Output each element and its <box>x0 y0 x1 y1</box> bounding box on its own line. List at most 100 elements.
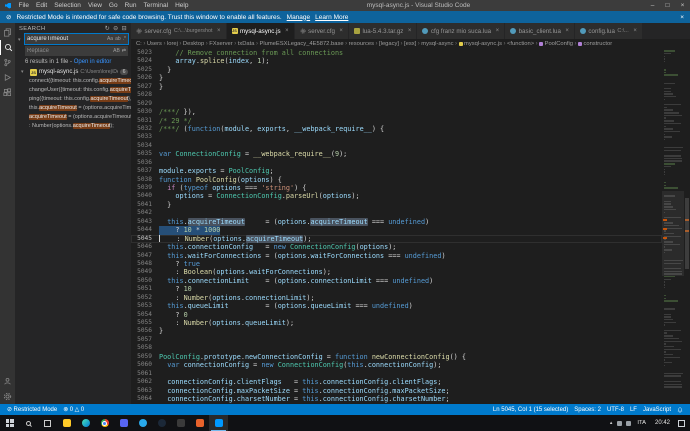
code-line[interactable]: 5040 options = ConnectionConfig.parseUrl… <box>131 192 662 200</box>
code-line[interactable]: 5031/* 29 */ <box>131 117 662 125</box>
search-input[interactable] <box>27 36 105 42</box>
code-line[interactable]: 5057 <box>131 336 662 344</box>
taskbar-epic-games[interactable] <box>171 415 190 431</box>
breadcrumb-item[interactable]: txData <box>238 41 255 47</box>
breadcrumb-item[interactable]: <function> <box>507 41 534 47</box>
code-line[interactable]: 5038function PoolConfig(options) { <box>131 176 662 184</box>
code-line[interactable]: 5043 this.acquireTimeout = (options.acqu… <box>131 218 662 226</box>
code-line[interactable]: 5053 this.queueLimit = (options.queueLim… <box>131 302 662 310</box>
code-line[interactable]: 5024 array.splice(index, 1); <box>131 57 662 65</box>
code-line[interactable]: 5030/***/ }), <box>131 108 662 116</box>
line-number[interactable]: 5052 <box>131 294 159 302</box>
line-number[interactable]: 5026 <box>131 74 159 82</box>
collapse-results-icon[interactable]: ⊟ <box>122 25 127 32</box>
line-number[interactable]: 5024 <box>131 57 159 65</box>
menu-go[interactable]: Go <box>105 2 121 9</box>
minimap[interactable] <box>662 49 684 404</box>
line-number[interactable]: 5030 <box>131 108 159 116</box>
menu-help[interactable]: Help <box>172 2 192 9</box>
code-line[interactable]: 5036 <box>131 159 662 167</box>
eol[interactable]: LF <box>627 407 640 413</box>
tray-icon-2[interactable] <box>626 421 631 426</box>
line-number[interactable]: 5058 <box>131 344 159 352</box>
activity-settings[interactable] <box>0 389 15 404</box>
close-button[interactable]: × <box>675 2 690 9</box>
tab-close-icon[interactable]: × <box>217 28 221 34</box>
code-line[interactable]: 5033 <box>131 133 662 141</box>
line-number[interactable]: 5033 <box>131 133 159 141</box>
maximize-button[interactable]: □ <box>660 2 675 9</box>
match-case-icon[interactable]: Aa <box>107 36 113 42</box>
keyboard-layout[interactable]: ITA <box>633 420 650 426</box>
line-number[interactable]: 5061 <box>131 370 159 378</box>
code-line[interactable]: 5045 : Number(options.acquireTimeout); <box>131 235 662 243</box>
code-line[interactable]: 5058 <box>131 344 662 352</box>
taskbar-vscode[interactable] <box>209 415 228 431</box>
tray-icon-1[interactable] <box>617 421 622 426</box>
code-line[interactable]: 5055 : Number(options.queueLimit); <box>131 319 662 327</box>
code-line[interactable]: 5029 <box>131 100 662 108</box>
code-line[interactable]: 5047 this.waitForConnections = (options.… <box>131 252 662 260</box>
breadcrumb-item[interactable]: lorej <box>167 41 178 47</box>
line-number[interactable]: 5044 <box>131 226 159 234</box>
code-line[interactable]: 5034 <box>131 142 662 150</box>
tab-mysql-async-js[interactable]: JSmysql-async.js× <box>227 23 295 39</box>
breadcrumb-item[interactable]: PlumeESXLegacy_4E5872.base <box>259 41 343 47</box>
activity-explorer[interactable] <box>0 25 15 40</box>
tab-close-icon[interactable]: × <box>339 28 343 34</box>
tab-close-icon[interactable]: × <box>565 28 569 34</box>
line-number[interactable]: 5064 <box>131 395 159 403</box>
code-line[interactable]: 5041 } <box>131 201 662 209</box>
line-number[interactable]: 5035 <box>131 150 159 158</box>
activity-search[interactable] <box>0 40 15 55</box>
taskbar-file-explorer[interactable] <box>57 415 76 431</box>
search-result[interactable]: changeUser({timeout: this.config.acquire… <box>15 86 131 95</box>
line-number[interactable]: 5051 <box>131 285 159 293</box>
code-line[interactable]: 5060 var connectionConfig = new Connecti… <box>131 361 662 369</box>
code-line[interactable]: 5063 connectionConfig.maxPacketSize = th… <box>131 387 662 395</box>
breadcrumb-item[interactable]: PoolConfig <box>539 41 573 47</box>
activity-run-debug[interactable] <box>0 70 15 85</box>
code-line[interactable]: 5046 this.connectionConfig = new Connect… <box>131 243 662 251</box>
line-number[interactable]: 5040 <box>131 192 159 200</box>
manage-link[interactable]: Manage <box>287 14 311 21</box>
line-number[interactable]: 5059 <box>131 353 159 361</box>
line-number[interactable]: 5034 <box>131 142 159 150</box>
code-line[interactable]: 5064 connectionConfig.charsetNumber = th… <box>131 395 662 403</box>
code-line[interactable]: 5023 // Remove connection from all conne… <box>131 49 662 57</box>
tab-lua-5-4-3-tar-gz[interactable]: lua-5.4.3.tar.gz× <box>349 23 417 39</box>
menu-run[interactable]: Run <box>121 2 140 9</box>
minimap-slider[interactable] <box>662 191 684 276</box>
preserve-case-icon[interactable]: AB <box>113 48 120 54</box>
line-number[interactable]: 5062 <box>131 378 159 386</box>
learn-more-link[interactable]: Learn More <box>315 14 348 21</box>
menu-terminal[interactable]: Terminal <box>140 2 172 9</box>
tab-cfg-franz-mio-suca-lua[interactable]: cfg franz mio suca.lua× <box>417 23 505 39</box>
menu-file[interactable]: File <box>15 2 32 9</box>
taskbar-discord[interactable] <box>114 415 133 431</box>
breadcrumb-item[interactable]: resources <box>349 41 374 47</box>
code-line[interactable]: 5037module.exports = PoolConfig; <box>131 167 662 175</box>
notifications-bell-icon[interactable] <box>674 407 686 413</box>
language-mode[interactable]: JavaScript <box>640 407 674 413</box>
tab-config-lua[interactable]: config.luaC:\...× <box>575 23 643 39</box>
restricted-mode-status[interactable]: ⊘ Restricted Mode <box>4 406 60 413</box>
code-line[interactable]: 5026} <box>131 74 662 82</box>
line-number[interactable]: 5047 <box>131 252 159 260</box>
menu-edit[interactable]: Edit <box>32 2 50 9</box>
search-result[interactable]: ping({timeout: this.config.acquireTimeou… <box>15 95 131 104</box>
breadcrumb-item[interactable]: FXserver <box>209 41 233 47</box>
line-number[interactable]: 5048 <box>131 260 159 268</box>
activity-source-control[interactable] <box>0 55 15 70</box>
code-line[interactable]: 5050 this.connectionLimit = (options.con… <box>131 277 662 285</box>
banner-close-icon[interactable]: × <box>680 14 684 21</box>
line-number[interactable]: 5029 <box>131 100 159 108</box>
line-number[interactable]: 5039 <box>131 184 159 192</box>
breadcrumb-item[interactable]: constructor <box>578 41 612 47</box>
scrollbar-thumb[interactable] <box>685 198 689 269</box>
replace-input[interactable] <box>27 48 111 54</box>
line-number[interactable]: 5049 <box>131 268 159 276</box>
breadcrumb-item[interactable]: [esx] <box>404 41 416 47</box>
line-number[interactable]: 5036 <box>131 159 159 167</box>
scrollbar[interactable] <box>684 49 690 404</box>
